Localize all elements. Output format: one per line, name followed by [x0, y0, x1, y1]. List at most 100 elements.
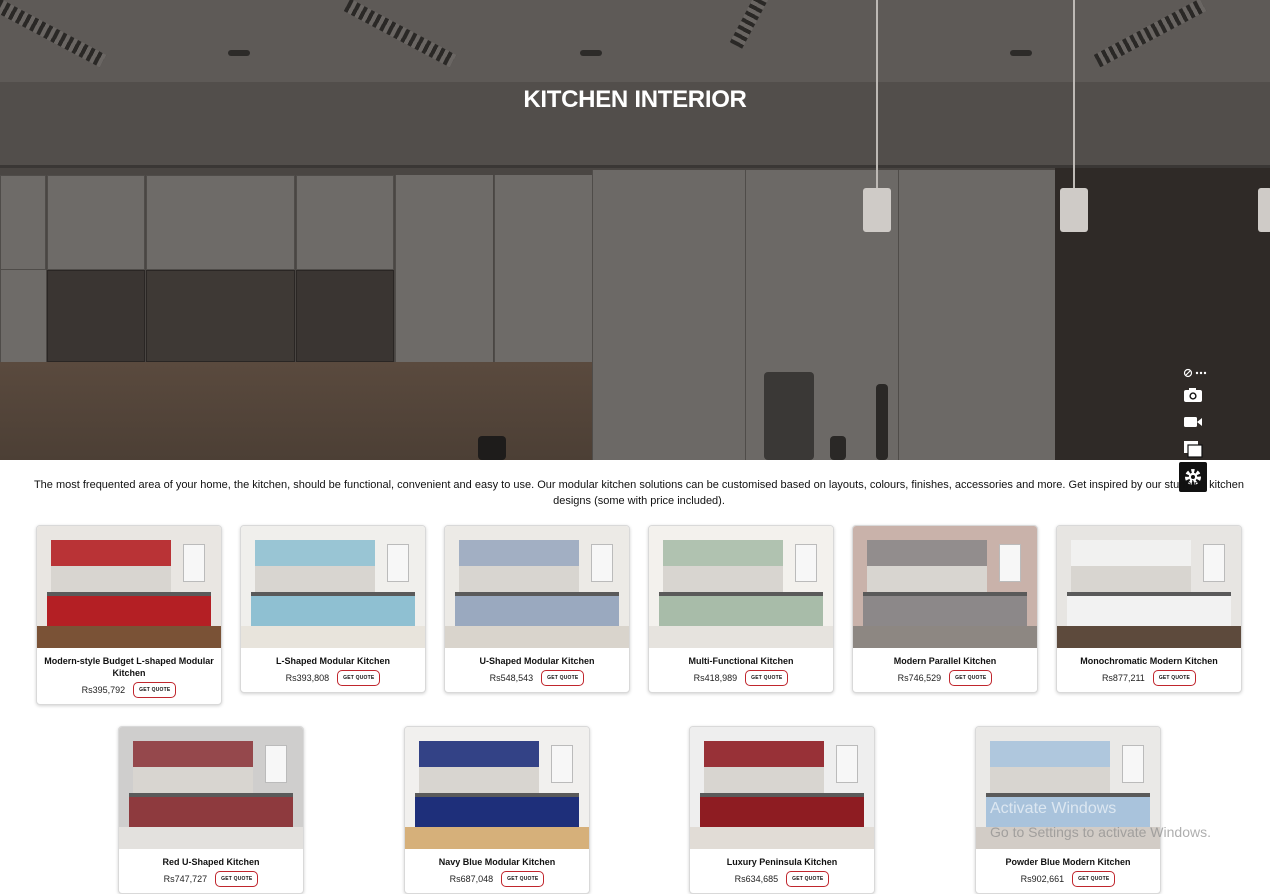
toolbar-header: [1183, 366, 1207, 380]
upper-cabinets: [990, 741, 1110, 767]
product-title[interactable]: Modern-style Budget L-shaped Modular Kit…: [37, 648, 221, 679]
window: [591, 544, 613, 582]
product-title[interactable]: Monochromatic Modern Kitchen: [1057, 648, 1241, 667]
product-card[interactable]: Multi-Functional Kitchen Rs418,989 GET QUO…: [648, 525, 834, 693]
activation-watermark-subtext: Go to Settings to activate Windows.: [990, 824, 1211, 840]
intro-text: The most frequented area of your home, t…: [33, 479, 1245, 507]
window: [1203, 544, 1225, 582]
product-card[interactable]: Modern Parallel Kitchen Rs746,529 GET QUOT…: [852, 525, 1038, 693]
product-title[interactable]: Navy Blue Modular Kitchen: [405, 849, 589, 868]
product-image[interactable]: [119, 727, 303, 849]
product-card[interactable]: Monochromatic Modern Kitchen Rs877,211 GET…: [1056, 525, 1242, 693]
get-quote-button[interactable]: GET QUOTE: [1072, 871, 1116, 887]
gallery-button[interactable]: [1179, 436, 1207, 462]
product-footer: Rs395,792 GET QUOTE: [37, 679, 221, 704]
activation-watermark: Activate Windows: [990, 800, 1117, 817]
product-price: Rs746,529: [897, 673, 942, 683]
window: [265, 745, 287, 783]
pendant-light: [1060, 188, 1088, 232]
product-image[interactable]: [690, 727, 874, 849]
backsplash: [51, 566, 171, 592]
get-quote-button[interactable]: GET QUOTE: [133, 682, 177, 698]
upper-cabinets: [663, 540, 783, 566]
product-card[interactable]: Luxury Peninsula Kitchen Rs634,685 GET QUO…: [689, 726, 875, 894]
product-footer: Rs548,543 GET QUOTE: [445, 667, 629, 692]
product-price: Rs395,792: [81, 685, 126, 695]
base-cabinets: [251, 596, 415, 626]
product-card[interactable]: Red U-Shaped Kitchen Rs747,727 GET QUOTE: [118, 726, 304, 894]
product-image[interactable]: [853, 526, 1037, 648]
product-image[interactable]: [405, 727, 589, 849]
floor: [1057, 626, 1241, 648]
wall-cabinet: [47, 175, 145, 270]
wall-cabinet: [296, 270, 394, 362]
product-card[interactable]: U-Shaped Modular Kitchen Rs548,543 GET QUO…: [444, 525, 630, 693]
product-image[interactable]: [1057, 526, 1241, 648]
window: [387, 544, 409, 582]
product-title[interactable]: Red U-Shaped Kitchen: [119, 849, 303, 868]
backsplash: [663, 566, 783, 592]
camera-button[interactable]: [1179, 382, 1207, 408]
get-quote-button[interactable]: GET QUOTE: [1152, 670, 1197, 686]
product-image[interactable]: [241, 526, 425, 648]
get-quote-button[interactable]: GET QUOTE: [215, 871, 259, 887]
product-title[interactable]: Luxury Peninsula Kitchen: [690, 849, 874, 868]
product-card[interactable]: L-Shaped Modular Kitchen Rs393,808 GET QUO…: [240, 525, 426, 693]
base-cabinets: [129, 797, 293, 827]
product-card[interactable]: Navy Blue Modular Kitchen Rs687,048 GET QU…: [404, 726, 590, 894]
backsplash: [133, 767, 253, 793]
product-card[interactable]: Modern-style Budget L-shaped Modular Kit…: [36, 525, 222, 705]
product-price: Rs877,211: [1101, 673, 1145, 683]
product-image[interactable]: [37, 526, 221, 648]
product-footer: Rs877,211 GET QUOTE: [1057, 667, 1241, 692]
cup: [830, 436, 846, 460]
wall-cabinet: [47, 270, 145, 362]
product-footer: Rs393,808 GET QUOTE: [241, 667, 425, 692]
tall-cabinet: [592, 170, 745, 460]
window: [183, 544, 205, 582]
floor: [119, 827, 303, 849]
product-price: Rs687,048: [449, 874, 494, 884]
product-title[interactable]: Multi-Functional Kitchen: [649, 648, 833, 667]
product-price: Rs747,727: [163, 874, 208, 884]
product-price: Rs418,989: [693, 673, 738, 683]
backsplash: [255, 566, 375, 592]
base-cabinets: [415, 797, 579, 827]
faucet: [478, 436, 506, 460]
get-quote-button[interactable]: GET QUOTE: [949, 670, 993, 686]
tall-cabinet: [898, 170, 1055, 460]
get-quote-button[interactable]: GET QUOTE: [337, 670, 381, 686]
get-quote-button[interactable]: GET QUOTE: [745, 670, 789, 686]
get-quote-button[interactable]: GET QUOTE: [786, 871, 830, 887]
floating-toolbar: [1179, 366, 1207, 494]
video-button[interactable]: [1179, 409, 1207, 435]
ceiling-light: [228, 50, 250, 56]
product-footer: Rs687,048 GET QUOTE: [405, 868, 589, 893]
product-title[interactable]: L-Shaped Modular Kitchen: [241, 648, 425, 667]
get-quote-button[interactable]: GET QUOTE: [501, 871, 545, 887]
more-icon[interactable]: [1195, 371, 1207, 375]
floor: [405, 827, 589, 849]
product-title[interactable]: U-Shaped Modular Kitchen: [445, 648, 629, 667]
product-price: Rs634,685: [734, 874, 779, 884]
floor: [649, 626, 833, 648]
product-image[interactable]: [649, 526, 833, 648]
window: [1122, 745, 1144, 783]
get-quote-button[interactable]: GET QUOTE: [541, 670, 585, 686]
product-footer: Rs902,661 GET QUOTE: [976, 868, 1160, 893]
hand-mixer: [876, 384, 888, 460]
product-image[interactable]: [445, 526, 629, 648]
window: [999, 544, 1021, 582]
share-icon[interactable]: [1183, 368, 1193, 378]
product-footer: Rs746,529 GET QUOTE: [853, 667, 1037, 692]
camera-icon: [1184, 388, 1202, 402]
page-title: KITCHEN INTERIOR: [523, 86, 747, 113]
product-title[interactable]: Modern Parallel Kitchen: [853, 648, 1037, 667]
ceiling-light: [1010, 50, 1032, 56]
floor: [853, 626, 1037, 648]
wall-cabinet: [0, 175, 46, 270]
base-cabinets: [700, 797, 864, 827]
product-price: Rs902,661: [1020, 874, 1065, 884]
ceiling-light: [580, 50, 602, 56]
product-title[interactable]: Powder Blue Modern Kitchen: [976, 849, 1160, 868]
